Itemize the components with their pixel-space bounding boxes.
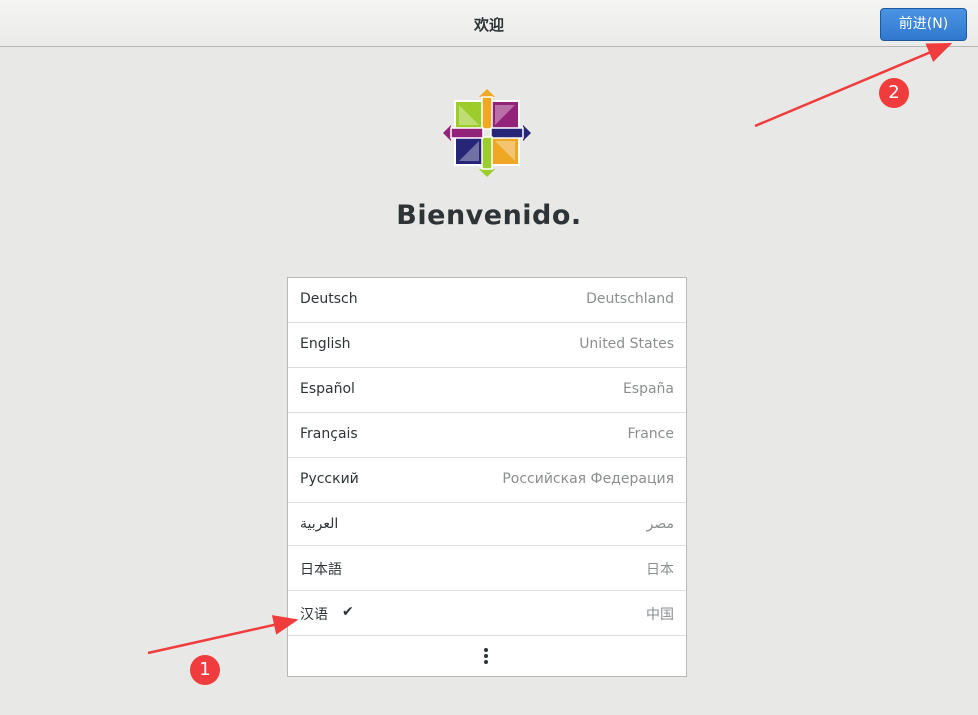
welcome-window: 欢迎 前进(N) Bienvenido. Deutsch Deutschland… [0, 0, 978, 715]
language-row-chinese[interactable]: 汉语 ✔ 中国 [288, 591, 686, 636]
language-region: United States [579, 336, 674, 352]
more-languages-button[interactable] [288, 636, 686, 678]
language-region: España [622, 381, 674, 397]
language-list: Deutsch Deutschland English United State… [287, 277, 687, 677]
language-row-deutsch[interactable]: Deutsch Deutschland [288, 278, 686, 323]
annotation-arrow-2 [754, 42, 953, 128]
language-row-english[interactable]: English United States [288, 323, 686, 368]
language-row-francais[interactable]: Français France [288, 413, 686, 458]
language-name: Français [300, 426, 358, 442]
language-name: 日本語 [300, 562, 342, 578]
next-button[interactable]: 前进(N) [880, 8, 967, 41]
annotation-arrow-1 [147, 615, 299, 655]
language-region: France [627, 426, 674, 442]
language-name: English [300, 336, 351, 352]
checkmark-icon: ✔ [342, 604, 354, 620]
language-region: Российская Федерация [502, 471, 674, 487]
window-title: 欢迎 [473, 16, 504, 34]
annotation-badge-1: 1 [190, 655, 220, 685]
language-region: Deutschland [586, 291, 674, 307]
language-row-espanol[interactable]: Español España [288, 368, 686, 413]
language-name: العربية [300, 516, 339, 532]
language-name: Español [300, 381, 355, 397]
language-row-russian[interactable]: Русский Российская Федерация [288, 458, 686, 503]
language-row-arabic[interactable]: العربية مصر [288, 503, 686, 546]
welcome-heading: Bienvenido. [396, 200, 582, 231]
language-name: Русский [300, 471, 359, 487]
header-bar: 欢迎 前进(N) [0, 0, 978, 47]
vertical-ellipsis-icon [484, 648, 488, 666]
language-region: 中国 [646, 607, 674, 623]
language-row-japanese[interactable]: 日本語 日本 [288, 546, 686, 591]
language-name: 汉语 [300, 607, 328, 623]
language-region: 日本 [646, 562, 674, 578]
language-region: مصر [646, 516, 674, 532]
centos-logo-icon [443, 89, 531, 177]
language-name: Deutsch [300, 291, 358, 307]
annotation-badge-2: 2 [879, 78, 909, 108]
